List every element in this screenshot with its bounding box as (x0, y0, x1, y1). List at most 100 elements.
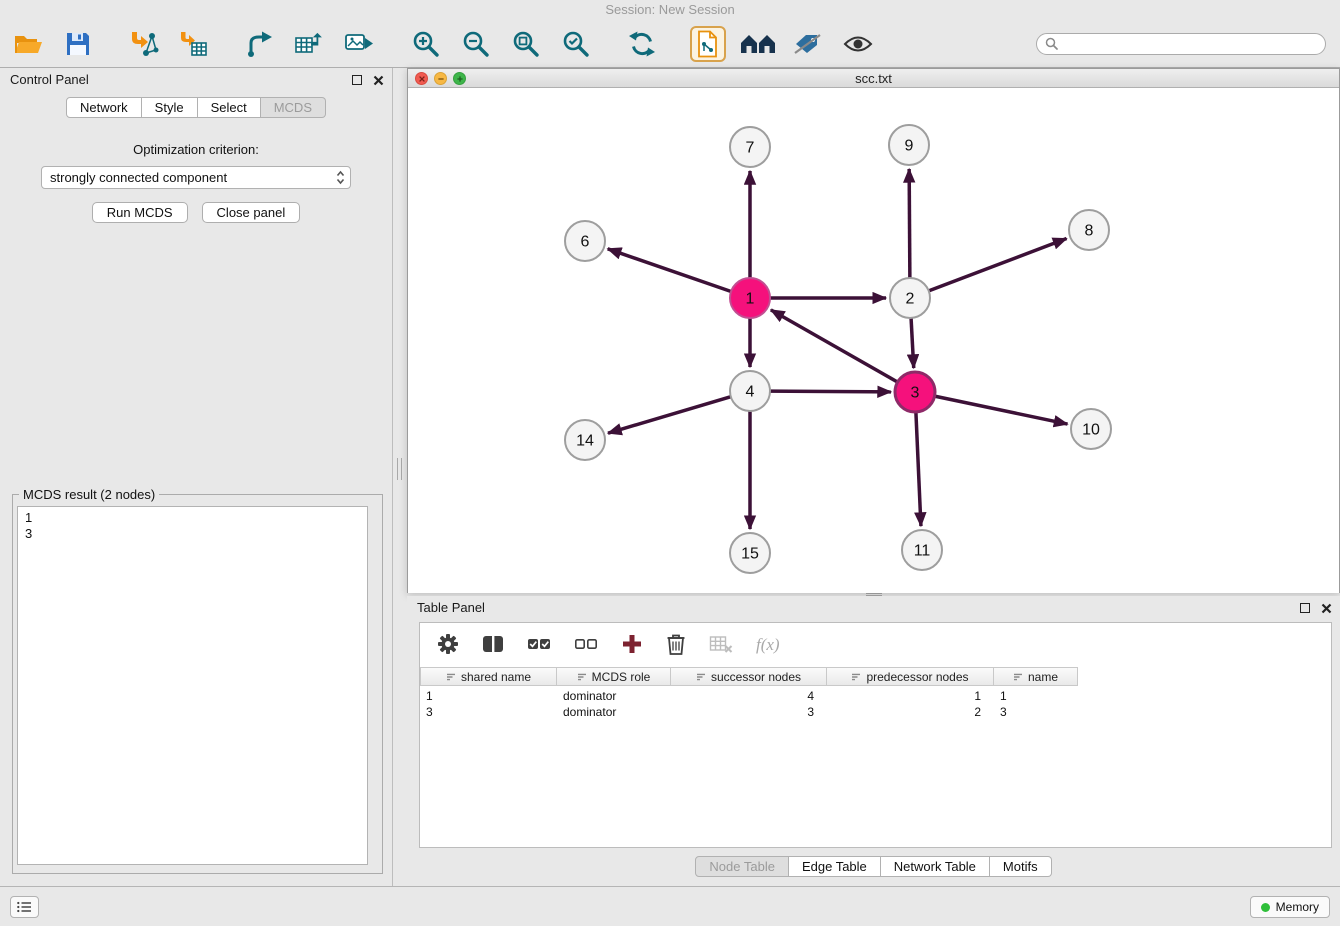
column-sort-icon (1013, 672, 1023, 682)
mcds-result-box[interactable]: 13 (17, 506, 368, 865)
zoom-selected-button[interactable] (558, 26, 594, 62)
graph-node-label-15: 15 (741, 546, 759, 563)
column-sort-icon (696, 672, 706, 682)
zoom-window-button[interactable] (453, 72, 466, 85)
trash-icon (666, 632, 686, 656)
zoom-in-icon (412, 30, 440, 58)
graph-node-label-10: 10 (1082, 422, 1100, 439)
zoom-out-button[interactable] (458, 26, 494, 62)
zoom-fit-icon (512, 30, 540, 58)
tab-node-table[interactable]: Node Table (695, 856, 789, 877)
add-column-button[interactable] (621, 633, 643, 658)
application-window: Session: New Session (0, 0, 1340, 926)
tab-edge-table[interactable]: Edge Table (789, 856, 881, 877)
export-image-button[interactable] (342, 26, 378, 62)
column-header-successor-nodes[interactable]: successor nodes (671, 667, 827, 686)
cell-shared-name: 1 (420, 689, 557, 703)
mcds-result-title: MCDS result (2 nodes) (19, 487, 159, 502)
column-header-mcds-role[interactable]: MCDS role (557, 667, 671, 686)
search-box[interactable] (1036, 33, 1326, 55)
memory-label: Memory (1276, 900, 1319, 914)
table-row[interactable]: 1dominator411 (420, 688, 1331, 704)
vertical-splitter[interactable] (393, 68, 407, 886)
column-header-predecessor-nodes[interactable]: predecessor nodes (827, 667, 994, 686)
tab-motifs[interactable]: Motifs (990, 856, 1052, 877)
close-panel-button[interactable]: Close panel (202, 202, 301, 223)
tab-network-table[interactable]: Network Table (881, 856, 990, 877)
column-settings-button[interactable] (437, 633, 459, 658)
graph-edge-3-11[interactable] (916, 412, 921, 526)
export-table-button[interactable] (292, 26, 328, 62)
status-bar: Memory (0, 886, 1340, 926)
apply-function-button[interactable]: f(x) (756, 635, 780, 655)
graph-edge-2-3[interactable] (911, 318, 914, 368)
float-panel-icon[interactable] (352, 75, 362, 85)
tab-select[interactable]: Select (198, 97, 261, 118)
show-graphics-details-button[interactable] (840, 26, 876, 62)
column-header-shared-name[interactable]: shared name (420, 667, 557, 686)
task-history-button[interactable] (10, 896, 39, 918)
minimize-window-button[interactable] (434, 72, 447, 85)
close-window-button[interactable] (415, 72, 428, 85)
graph-edge-2-8[interactable] (929, 239, 1067, 291)
gear-icon (437, 633, 459, 655)
export-table-icon (294, 30, 326, 58)
split-table-button[interactable] (482, 634, 504, 657)
delete-table-button[interactable] (709, 634, 733, 657)
annotations-button[interactable] (790, 26, 826, 62)
tab-style[interactable]: Style (142, 97, 198, 118)
save-session-button[interactable] (60, 26, 96, 62)
import-network-button[interactable] (126, 26, 162, 62)
memory-status-dot (1261, 903, 1270, 912)
close-table-panel-icon[interactable] (1321, 603, 1332, 614)
table-header-row: shared name MCDS rolesuccessor nodesprede… (420, 667, 1331, 686)
column-header-name[interactable]: name (994, 667, 1078, 686)
delete-columns-button[interactable] (666, 632, 686, 659)
table-body[interactable]: 1dominator4113dominator323 (420, 686, 1331, 847)
close-panel-icon[interactable] (373, 75, 384, 86)
tab-network[interactable]: Network (66, 97, 142, 118)
eye-icon (843, 34, 873, 54)
column-header-label: shared name (461, 670, 531, 684)
optimization-dropdown[interactable]: strongly connected component (41, 166, 351, 189)
unchecked-boxes-icon (574, 636, 598, 652)
graph-edge-4-3[interactable] (770, 391, 891, 392)
graph-node-label-8: 8 (1085, 223, 1094, 240)
table-row[interactable]: 3dominator323 (420, 704, 1331, 720)
network-window: scc.txt 7968124314101511 (407, 68, 1340, 593)
vertical-splitter-grip[interactable] (397, 458, 402, 480)
zoom-fit-button[interactable] (508, 26, 544, 62)
select-all-rows-button[interactable] (527, 636, 551, 655)
graph-edge-2-9[interactable] (909, 169, 910, 278)
export-image-icon (344, 30, 376, 58)
cell-successor-nodes: 3 (671, 705, 827, 719)
search-input[interactable] (1063, 37, 1317, 51)
graph-node-label-4: 4 (746, 384, 755, 401)
clone-network-view-button[interactable] (690, 26, 726, 62)
checked-boxes-icon (527, 636, 551, 652)
refresh-view-button[interactable] (624, 26, 660, 62)
export-network-button[interactable] (242, 26, 278, 62)
graph-edge-4-14[interactable] (608, 397, 731, 433)
mcds-result-line: 3 (25, 526, 360, 542)
graph-edge-1-6[interactable] (608, 249, 731, 292)
save-disk-icon (65, 31, 91, 57)
zoom-in-button[interactable] (408, 26, 444, 62)
graph-node-label-11: 11 (914, 543, 931, 560)
annotation-tag-icon (793, 32, 823, 56)
first-neighbors-button[interactable] (740, 26, 776, 62)
export-network-icon (245, 30, 275, 58)
deselect-all-rows-button[interactable] (574, 636, 598, 655)
graph-edge-3-10[interactable] (935, 396, 1068, 424)
network-canvas[interactable]: 7968124314101511 (408, 89, 1339, 593)
cell-mcds-role: dominator (557, 705, 671, 719)
import-table-button[interactable] (176, 26, 212, 62)
graph-edge-3-1[interactable] (771, 310, 898, 382)
float-table-panel-icon[interactable] (1300, 603, 1310, 613)
mcds-result-line: 1 (25, 510, 360, 526)
tab-mcds[interactable]: MCDS (261, 97, 326, 118)
memory-button[interactable]: Memory (1250, 896, 1330, 918)
run-mcds-button[interactable]: Run MCDS (92, 202, 188, 223)
open-session-button[interactable] (10, 26, 46, 62)
search-icon (1045, 37, 1058, 50)
